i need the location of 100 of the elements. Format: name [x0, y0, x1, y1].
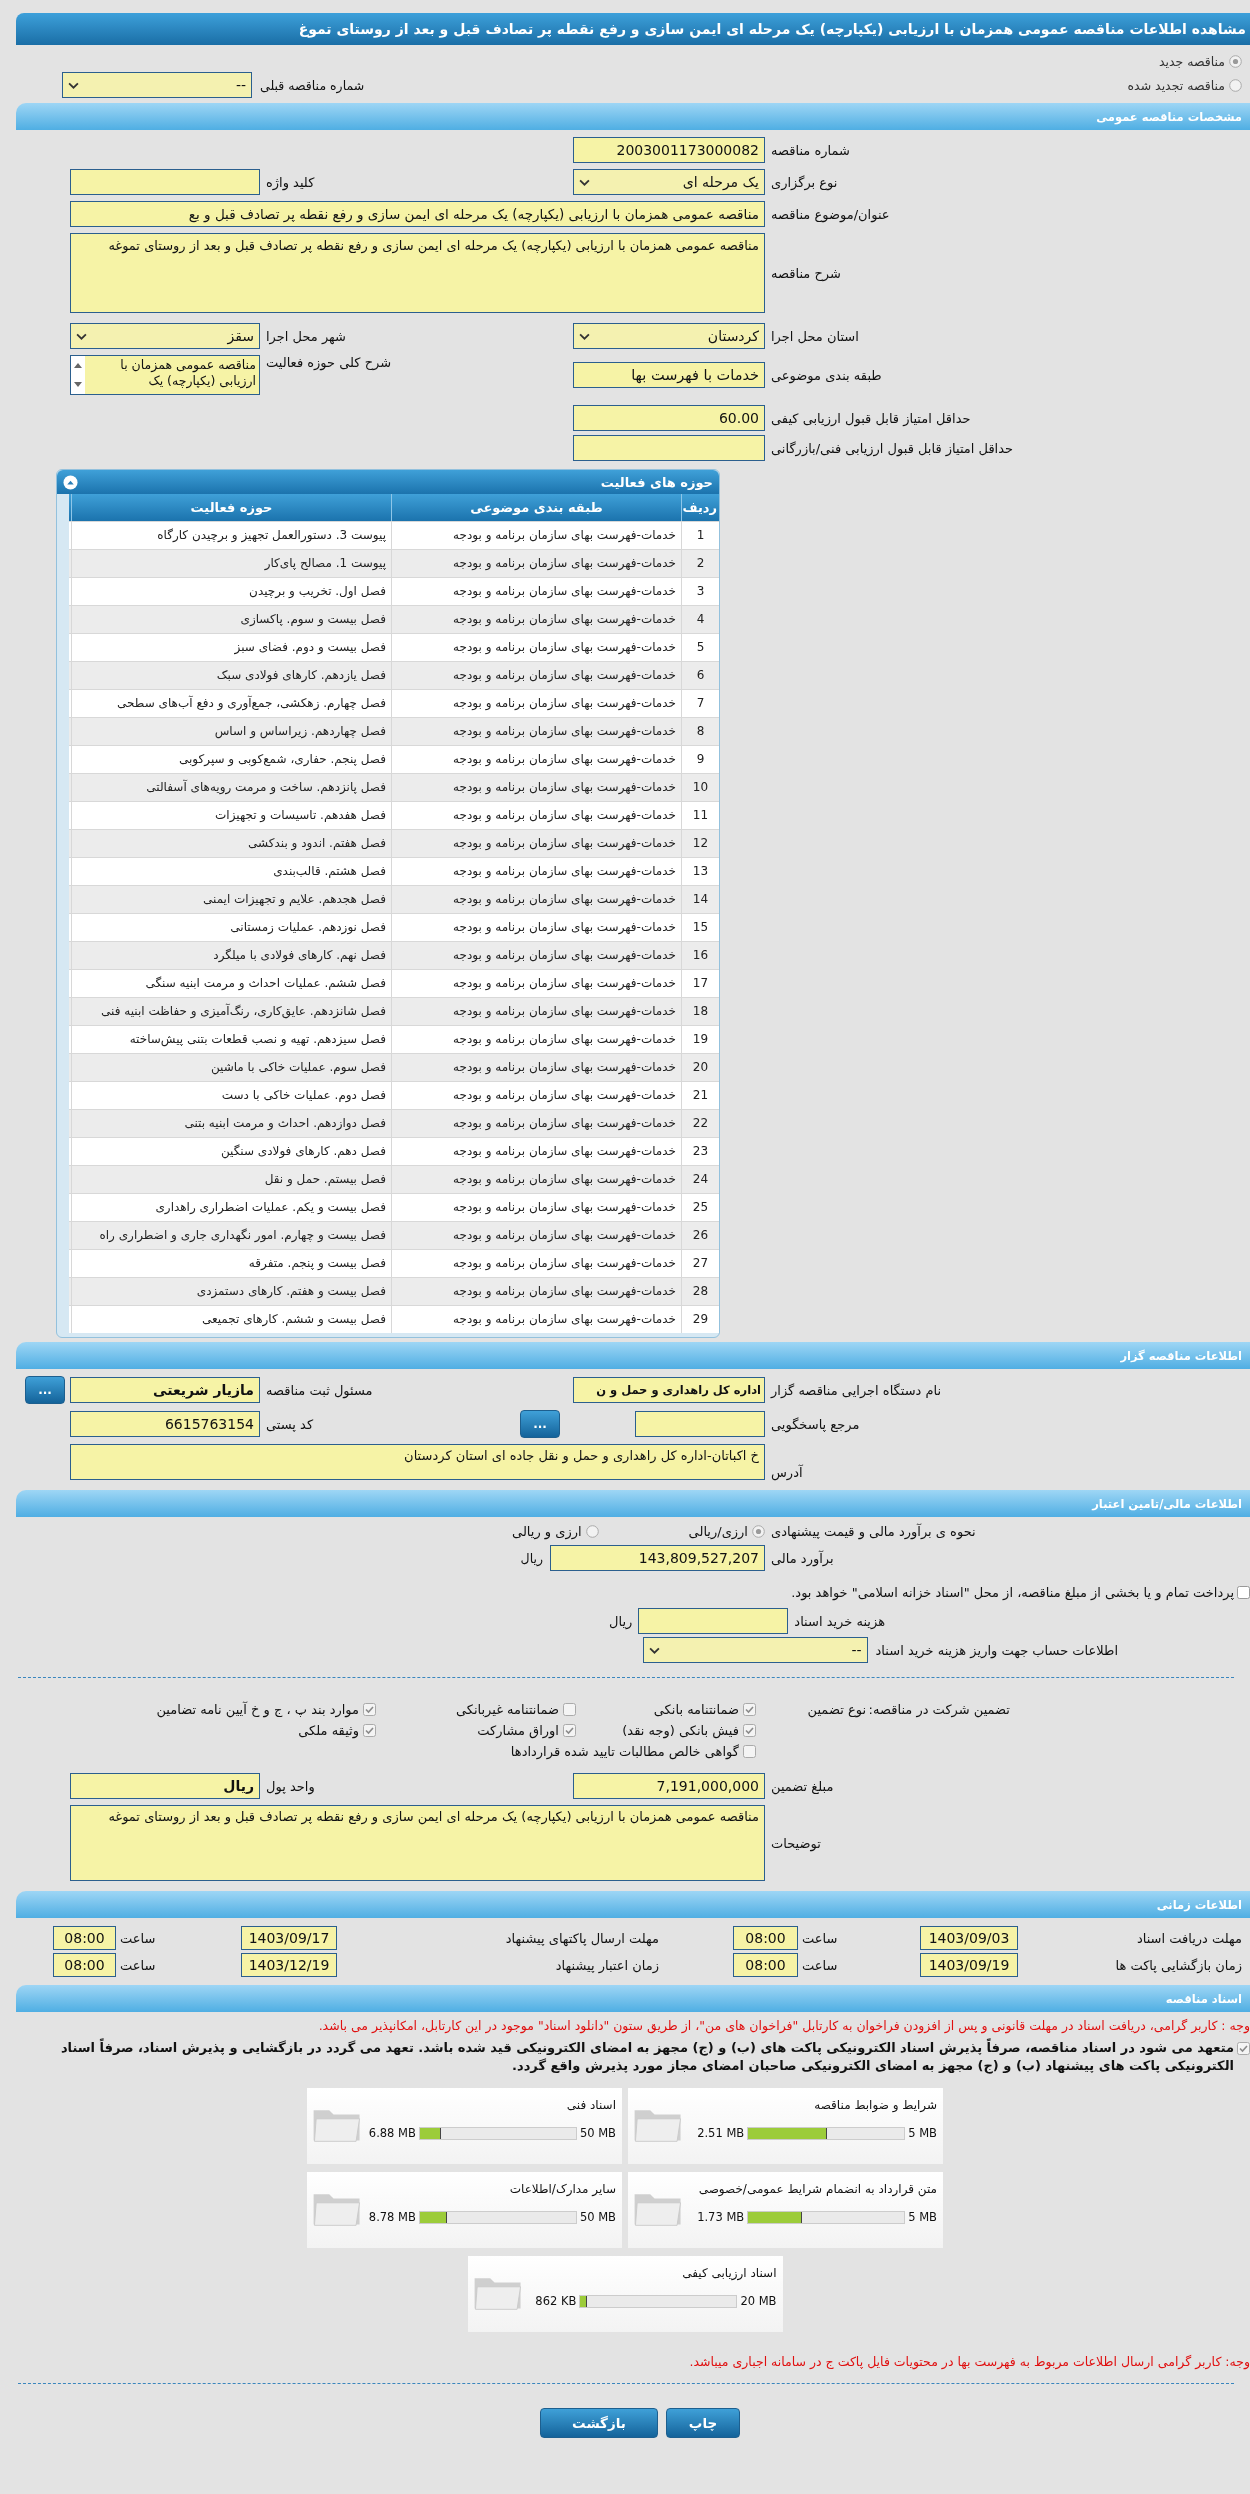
panel-title: حوزه های فعالیت — [600, 474, 713, 490]
field-label: برآورد مالی — [770, 1550, 834, 1566]
checkbox-label: ضمانتنامه غیربانکی — [455, 1702, 559, 1717]
checkbox-label: موارد بند پ ، ج و خ آیین نامه تضامین — [156, 1702, 359, 1717]
time-field[interactable]: 08:00 — [53, 1926, 116, 1950]
subject-field[interactable]: مناقصه عمومی همزمان با ارزیابی (یکپارچه) یک مرحله ای ایمن سازی و رفع نقطه پر تصادف قبل و بع — [70, 201, 765, 227]
checkbox-label: گواهی خالص مطالبات تایید شده قراردادها — [510, 1744, 739, 1759]
size-limit: 5 MB — [908, 2126, 937, 2141]
scroll-arrows-icon — [71, 356, 85, 394]
action-button[interactable]: بازگشت — [540, 2408, 658, 2439]
field-label: نوع برگزاری — [770, 174, 838, 190]
estimate-field[interactable]: 143,809,527,207 — [550, 1545, 765, 1571]
field-label: نوع تضمین — [806, 1702, 866, 1717]
checkbox-label: وثیقه ملکی — [298, 1723, 359, 1738]
lookup-button[interactable]: ... — [520, 1410, 560, 1438]
reference-field[interactable] — [635, 1411, 765, 1437]
collapse-icon[interactable] — [63, 474, 78, 490]
size-limit: 50 MB — [579, 2126, 616, 2141]
quality-score-field[interactable]: 60.00 — [573, 405, 765, 431]
notes-field[interactable]: مناقصه عمومی همزمان با ارزیابی (یکپارچه) یک مرحله ای ایمن سازی و رفع نقطه پر تصادف قبل و بعد از روستای تموغه — [70, 1805, 765, 1881]
checkbox-label: اوراق مشارکت — [477, 1723, 559, 1738]
checkbox[interactable] — [1237, 1586, 1250, 1599]
file-title: اسناد فنی — [565, 2098, 616, 2113]
checkbox[interactable] — [743, 1745, 756, 1758]
size-used: 6.88 MB — [368, 2126, 416, 2141]
date-field[interactable]: 1403/09/19 — [920, 1953, 1018, 1977]
size-limit: 5 MB — [908, 2210, 937, 2225]
city-select[interactable]: سقز — [70, 323, 260, 349]
checkbox[interactable] — [563, 1703, 576, 1716]
tender-number-field[interactable]: 2003001173000082 — [573, 137, 765, 163]
file-title: اسناد ارزیابی کیفی — [681, 2266, 777, 2281]
field-label: تضمین شرکت در مناقصه: — [867, 1702, 1010, 1717]
field-label: طبقه بندی موضوعی — [770, 367, 882, 383]
date-field[interactable]: 1403/12/19 — [241, 1953, 337, 1977]
field-label: ساعت — [801, 1930, 838, 1946]
radio-button[interactable] — [1229, 78, 1242, 92]
size-used: 2.51 MB — [697, 2126, 745, 2141]
province-select[interactable]: کردستان — [573, 323, 765, 349]
caret-icon — [68, 81, 79, 89]
unit-label: ریال — [609, 1613, 633, 1629]
activity-list-box[interactable]: مناقصه عمومی همزمان با ارزیابی (یکپارچه) یک — [70, 355, 260, 395]
table-cell: فصل بیست و ششم. کارهای تجمیعی — [71, 1306, 391, 1333]
size-limit: 50 MB — [579, 2210, 616, 2225]
checkbox[interactable] — [1237, 2042, 1250, 2055]
checkbox[interactable] — [743, 1724, 756, 1737]
field-label: مسئول ثبت مناقصه — [265, 1382, 373, 1398]
file-title: شرایط و ضوابط مناقصه — [813, 2098, 937, 2113]
field-label: شرح مناقصه — [770, 265, 841, 281]
time-field[interactable]: 08:00 — [53, 1953, 116, 1977]
radio-label: ارزی/ریالی — [688, 1524, 748, 1539]
field-label: مهلت دریافت اسناد — [1136, 1930, 1243, 1946]
section-header: مشخصات مناقصه عمومی — [16, 103, 1250, 130]
agency-field[interactable]: اداره کل راهداری و حمل و ن — [573, 1377, 765, 1403]
checkbox[interactable] — [363, 1703, 376, 1716]
file-title: سایر مدارک/اطلاعات — [508, 2182, 616, 2197]
currency-field[interactable]: ریال — [70, 1773, 260, 1799]
checkbox-label: پرداخت تمام و یا بخشی از مبلغ مناقصه، از محل "اسناد خزانه اسلامی" خواهد بود. — [791, 1585, 1234, 1600]
section-header: اطلاعات زمانی — [16, 1891, 1250, 1918]
technical-score-field[interactable] — [573, 435, 765, 461]
radio-label: مناقصه تجدید شده — [1127, 77, 1225, 93]
time-field[interactable]: 08:00 — [733, 1953, 798, 1977]
checkbox[interactable] — [563, 1724, 576, 1737]
field-label: واحد پول — [265, 1778, 315, 1794]
radio-button[interactable] — [585, 1525, 599, 1538]
size-used: 1.73 MB — [697, 2210, 745, 2225]
date-field[interactable]: 1403/09/17 — [241, 1926, 337, 1950]
field-label: مرجع پاسخگویی — [770, 1416, 860, 1432]
field-label: استان محل اجرا — [770, 328, 859, 344]
field-label: توضیحات — [770, 1835, 821, 1851]
radio-button[interactable] — [752, 1525, 765, 1538]
field-label: آدرس — [770, 1465, 803, 1480]
checkbox[interactable] — [363, 1724, 376, 1737]
field-label: نام دستگاه اجرایی مناقصه گزار — [769, 1382, 942, 1398]
field-label: ساعت — [119, 1957, 156, 1973]
document-fee-field[interactable] — [638, 1608, 789, 1634]
account-select[interactable]: -- — [642, 1637, 868, 1663]
description-field[interactable]: مناقصه عمومی همزمان با ارزیابی (یکپارچه) یک مرحله ای ایمن سازی و رفع نقطه پر تصادف قبل و بعد از روستای تموغه — [70, 233, 765, 313]
holding-type-select[interactable]: یک مرحله ای — [573, 169, 765, 195]
classification-field[interactable]: خدمات با فهرست بها — [573, 362, 765, 388]
radio-label: مناقصه جدید — [1158, 53, 1225, 69]
caret-icon — [579, 178, 590, 186]
guarantee-amount-field[interactable]: 7,191,000,000 — [573, 1773, 765, 1799]
postal-code-field[interactable]: 6615763154 — [70, 1411, 260, 1437]
keyword-field[interactable] — [70, 169, 260, 195]
registrar-field[interactable]: مازیار شریعتی — [70, 1377, 260, 1403]
action-button[interactable]: چاپ — [666, 2408, 740, 2439]
date-field[interactable]: 1403/09/03 — [920, 1926, 1018, 1950]
notice-text: وجه : کاربر گرامی، دریافت اسناد در مهلت قانونی و پس از افزودن فراخوان به کارتابل "فراخوان های من"، از طریق ستون "دانلود اسناد" موجود در این کارتابل، امکانپذیر می باشد. — [317, 2018, 1250, 2033]
previous-tender-select[interactable]: -- — [62, 72, 252, 98]
size-used: 8.78 MB — [368, 2210, 416, 2225]
radio-button[interactable] — [1229, 54, 1242, 68]
time-field[interactable]: 08:00 — [733, 1926, 798, 1950]
checkbox[interactable] — [743, 1703, 756, 1716]
section-header: اسناد مناقصه — [16, 1985, 1250, 2012]
commitment-text: متعهد می شود در اسناد مناقصه، صرفاً پذیرش اسناد الکترونیکی پاکت های (ب) و (ج) مجهز به امضای الکترونیکی قید شده باشد. تعهد می گردد در بازگشایی و پذیرش اسناد، صرفاً اسناد الکترونیکی پاکت های پیشنهاد (ب) و (ج) مجهز به امضای الکترونیکی صاحبان امضای مجاز مورد پذیرش واقع گردد. — [59, 2039, 1234, 2075]
address-field[interactable]: خ اکباتان-اداره کل راهداری و حمل و نقل جاده ای استان کردستان — [70, 1444, 765, 1480]
lookup-button[interactable]: ... — [25, 1376, 65, 1404]
radio-label: ارزی و ریالی — [512, 1524, 582, 1539]
field-label: شماره مناقصه — [770, 142, 850, 158]
field-label: کلید واژه — [265, 174, 315, 190]
